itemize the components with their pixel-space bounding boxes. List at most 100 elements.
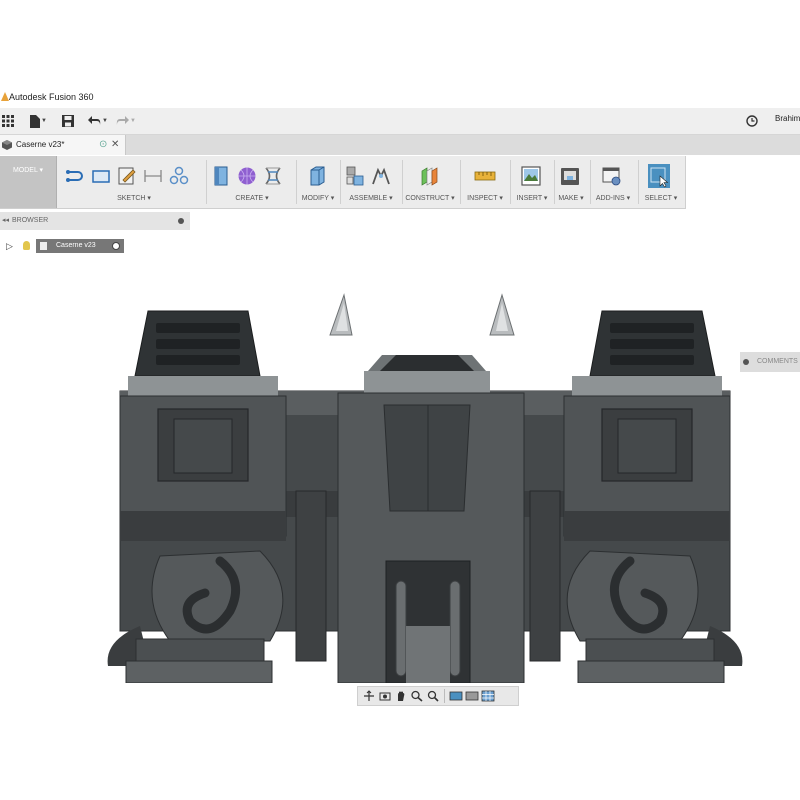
dimension-icon[interactable]	[142, 164, 164, 188]
save-button[interactable]	[62, 113, 74, 129]
save-icon	[62, 115, 74, 127]
browser-root-node[interactable]: ▷ Caserne v23	[6, 238, 124, 254]
orbit-icon[interactable]	[362, 690, 376, 702]
inspect-group[interactable]: INSPECT ▾	[462, 156, 508, 208]
chevron-down-icon: ▼	[41, 118, 47, 124]
browser-node-label-box: Caserne v23	[36, 239, 124, 253]
undo-button[interactable]: ▼	[88, 113, 108, 129]
3d-print-icon[interactable]	[559, 164, 581, 188]
clock-icon	[746, 115, 758, 127]
select-group-label: SELECT ▾	[644, 195, 678, 202]
grid-icon	[2, 115, 14, 127]
offset-plane-icon[interactable]	[418, 164, 440, 188]
create-tools	[210, 164, 284, 188]
document-tab-label: Caserne v23*	[16, 140, 65, 149]
insert-tools	[520, 164, 542, 188]
redo-icon	[116, 116, 129, 125]
ribbon-divider	[206, 160, 207, 204]
collapse-browser-icon[interactable]: ◂◂	[2, 212, 9, 230]
joint-icon[interactable]	[370, 164, 392, 188]
modify-tools	[306, 164, 328, 188]
fusion-logo-icon	[1, 92, 9, 101]
loft-icon[interactable]	[262, 164, 284, 188]
display-settings-icon[interactable]	[449, 690, 463, 702]
undo-icon	[88, 116, 101, 125]
modify-group[interactable]: MODIFY ▾	[298, 156, 338, 208]
construct-tools	[418, 164, 440, 188]
zoom-icon[interactable]	[410, 690, 424, 702]
visibility-bulb-icon[interactable]	[23, 241, 30, 250]
create-group[interactable]: CREATE ▾	[210, 156, 294, 208]
press-pull-icon[interactable]	[306, 164, 328, 188]
file-icon	[30, 114, 40, 128]
ribbon-divider	[554, 160, 555, 204]
sphere-icon[interactable]	[236, 164, 258, 188]
select-cursor-icon[interactable]	[648, 164, 670, 188]
document-tab[interactable]: Caserne v23* ⊙ ✕	[0, 135, 126, 155]
data-panel-button[interactable]	[2, 113, 14, 129]
modify-group-label: MODIFY ▾	[301, 195, 335, 202]
activate-radio-icon[interactable]	[112, 242, 120, 250]
visual-style-icon[interactable]	[465, 690, 479, 702]
sketch-rectangle-icon[interactable]	[90, 164, 112, 188]
navigation-bar	[357, 686, 519, 706]
browser-node-label: Caserne v23	[56, 242, 96, 249]
fusion-app-window: Autodesk Fusion 360 ▼ ▼ ▼ Brahim Caserne…	[0, 86, 800, 712]
addins-group[interactable]: ADD-INS ▾	[592, 156, 634, 208]
extrude-icon[interactable]	[210, 164, 232, 188]
construct-group-label: CONSTRUCT ▾	[405, 195, 455, 202]
quick-access-toolbar: ▼ ▼ ▼ Brahim	[0, 108, 800, 135]
pin-panel-icon[interactable]	[178, 218, 184, 224]
browser-panel-header[interactable]: ◂◂ BROWSER	[0, 212, 190, 230]
job-status-button[interactable]	[746, 113, 758, 129]
measure-icon[interactable]	[474, 164, 496, 188]
ribbon-divider	[460, 160, 461, 204]
close-tab-icon[interactable]: ✕	[111, 135, 119, 155]
model-viewport[interactable]	[100, 221, 750, 683]
look-at-icon[interactable]	[378, 690, 392, 702]
ribbon-divider	[510, 160, 511, 204]
insert-group[interactable]: INSERT ▾	[512, 156, 552, 208]
fit-view-icon[interactable]	[426, 690, 440, 702]
sketch-group[interactable]: SKETCH ▾	[64, 156, 204, 208]
addins-tools	[601, 164, 623, 188]
constraints-icon[interactable]	[168, 164, 190, 188]
insert-image-icon[interactable]	[520, 164, 542, 188]
user-account-button[interactable]: Brahim	[775, 114, 800, 123]
ribbon-divider	[638, 160, 639, 204]
redo-button[interactable]: ▼	[116, 113, 136, 129]
document-tab-bar: Caserne v23* ⊙ ✕	[0, 135, 800, 155]
document-icon	[40, 242, 47, 250]
assemble-group[interactable]: ASSEMBLE ▾	[342, 156, 400, 208]
construct-group[interactable]: CONSTRUCT ▾	[404, 156, 456, 208]
assemble-tools	[344, 164, 392, 188]
sketch-group-label: SKETCH ▾	[117, 195, 151, 202]
sync-status-icon: ⊙	[99, 139, 108, 150]
chevron-down-icon: ▼	[102, 118, 108, 124]
pan-hand-icon[interactable]	[394, 690, 408, 702]
workspace-switcher[interactable]: MODEL ▾	[0, 156, 57, 208]
file-menu-button[interactable]: ▼	[30, 113, 47, 129]
sketch-line-icon[interactable]	[64, 164, 86, 188]
grid-settings-icon[interactable]	[481, 690, 495, 702]
new-component-icon[interactable]	[344, 164, 366, 188]
ribbon-toolbar: MODEL ▾ SKETCH ▾ CREATE ▾ MODIFY ▾ ASSEM…	[0, 156, 686, 209]
expand-triangle-icon[interactable]: ▷	[6, 238, 13, 254]
create-sketch-icon[interactable]	[116, 164, 138, 188]
ribbon-divider	[402, 160, 403, 204]
create-group-label: CREATE ▾	[235, 195, 269, 202]
select-tools	[648, 164, 670, 188]
insert-group-label: INSERT ▾	[516, 195, 548, 202]
inspect-group-label: INSPECT ▾	[467, 195, 503, 202]
design-cube-icon	[2, 140, 12, 150]
comments-panel[interactable]: COMMENTS	[740, 352, 800, 372]
make-group[interactable]: MAKE ▾	[556, 156, 586, 208]
pin-panel-icon[interactable]	[743, 359, 749, 365]
inspect-tools	[474, 164, 496, 188]
scripts-addins-icon[interactable]	[601, 164, 623, 188]
navbar-divider	[444, 689, 445, 703]
sketch-tools	[64, 164, 190, 188]
ribbon-divider	[340, 160, 341, 204]
select-group[interactable]: SELECT ▾	[640, 156, 682, 208]
ribbon-divider	[296, 160, 297, 204]
